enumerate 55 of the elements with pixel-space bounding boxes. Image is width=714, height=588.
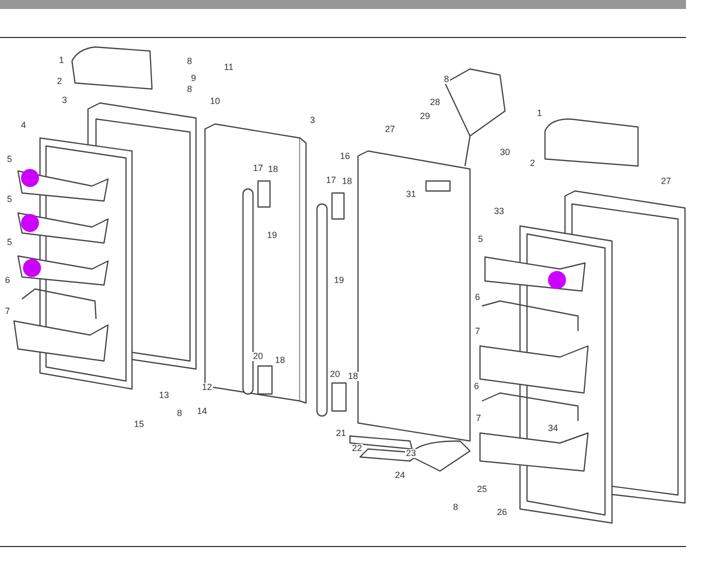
part-number-label: 7	[4, 307, 12, 316]
part-number-label: 8	[443, 75, 450, 84]
part-number-label: 27	[660, 177, 672, 186]
part-number-label: 6	[474, 293, 482, 302]
part-number-label: 17	[252, 164, 264, 173]
part-number-label: 30	[499, 148, 512, 157]
part-number-label: 21	[335, 429, 348, 438]
part-number-label: 20	[252, 352, 264, 361]
part-number-label: 13	[158, 391, 170, 400]
part-number-label: 1	[536, 109, 544, 118]
part-number-label: 34	[547, 424, 560, 433]
part-number-label: 8	[186, 85, 194, 94]
part-number-label: 26	[496, 508, 508, 517]
part-number-label: 28	[429, 98, 442, 107]
part-number-label: 15	[133, 420, 146, 429]
part-number-label: 9	[190, 74, 198, 83]
part-number-label: 23	[405, 449, 418, 458]
part-number-label: 3	[309, 116, 316, 125]
part-number-label: 18	[274, 356, 286, 365]
part-number-label: 1	[58, 56, 66, 65]
part-number-label: 27	[384, 125, 396, 134]
part-number-label: 18	[347, 372, 360, 381]
part-number-label: 6	[4, 276, 12, 285]
part-number-label: 7	[474, 327, 482, 336]
part-number-label: 10	[209, 97, 222, 106]
part-number-label: 4	[20, 121, 28, 130]
part-number-label: 33	[493, 207, 506, 216]
part-number-label: 18	[267, 165, 280, 174]
part-number-label: 12	[201, 383, 214, 392]
part-number-label: 3	[61, 96, 68, 105]
part-number-label: 5	[6, 238, 14, 247]
part-number-label: 7	[475, 414, 482, 423]
part-number-label: 19	[266, 231, 278, 240]
part-number-label: 5	[6, 195, 14, 204]
marker-dot	[21, 169, 39, 187]
part-number-label: 2	[56, 77, 64, 86]
part-number-label: 29	[419, 112, 432, 121]
part-number-label: 8	[452, 503, 460, 512]
part-number-label: 25	[476, 485, 488, 494]
part-number-label: 5	[6, 155, 14, 164]
part-number-label: 8	[176, 409, 184, 418]
part-number-label: 19	[333, 276, 346, 285]
part-number-label: 17	[325, 176, 338, 185]
part-number-label: 20	[329, 370, 342, 379]
part-number-label: 18	[341, 177, 354, 186]
part-number-label: 14	[196, 407, 208, 416]
part-number-label: 31	[405, 190, 418, 199]
part-number-label: 11	[223, 63, 234, 72]
part-number-label: 24	[394, 471, 406, 480]
part-number-label: 8	[186, 57, 194, 66]
part-number-label: 16	[339, 152, 352, 161]
part-number-label: 5	[477, 235, 484, 244]
part-number-label: 22	[351, 444, 364, 453]
part-number-label: 6	[473, 382, 480, 391]
part-number-label: 2	[529, 159, 536, 168]
